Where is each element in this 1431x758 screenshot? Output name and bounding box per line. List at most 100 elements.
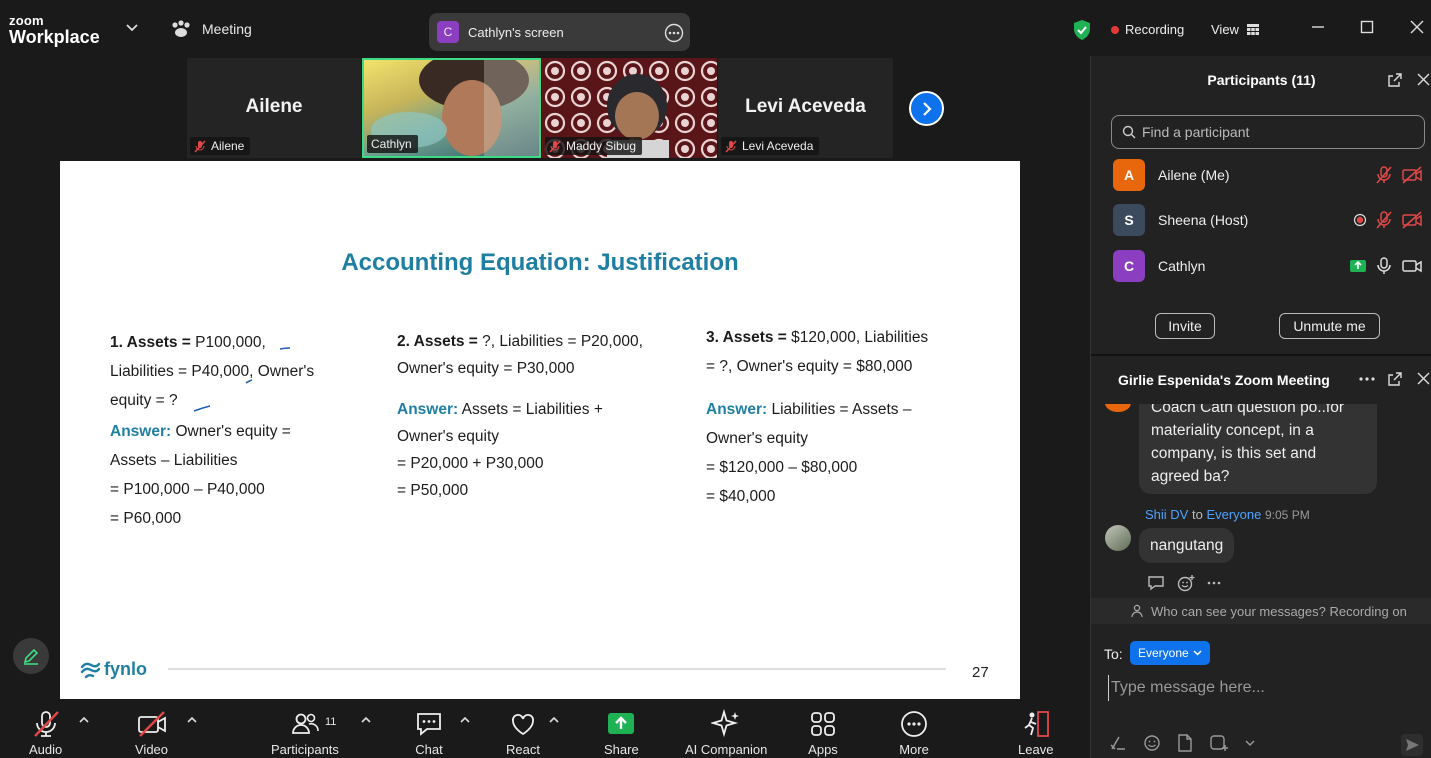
participant-avatar: A [1113, 159, 1145, 191]
participant-avatar: S [1113, 204, 1145, 236]
answer-line-3: = P20,000 + P30,000 [397, 455, 544, 472]
answer-text: Owner's equity = [171, 423, 291, 440]
recording-label: Recording [1125, 22, 1185, 37]
video-tile-ailene[interactable]: Ailene Ailene [187, 58, 361, 158]
close-icon[interactable] [1410, 20, 1424, 34]
participant-search-input[interactable] [1142, 124, 1402, 140]
more-options-icon[interactable] [1359, 376, 1375, 382]
sender-name[interactable]: Shii DV [1145, 507, 1188, 522]
share-button[interactable]: Share [604, 708, 639, 757]
answer-line-3: = P100,000 – P40,000 [110, 481, 265, 498]
chevron-down-icon[interactable] [1245, 739, 1255, 747]
chevron-up-icon[interactable] [549, 716, 559, 723]
video-tile-levi[interactable]: Levi Aceveda Levi Aceveda [718, 58, 893, 158]
screen-share-pill[interactable]: C Cathlyn's screen [429, 13, 690, 51]
fynlo-wave-icon [80, 662, 100, 678]
sender-to-word: to [1191, 507, 1203, 522]
answer-line-1: Answer: Owner's equity = [110, 417, 360, 446]
meeting-tab[interactable]: Meeting [170, 20, 252, 38]
ai-companion-label: AI Companion [685, 742, 768, 757]
question-text: $120,000, Liabilities [786, 329, 929, 346]
message-recipient[interactable]: Everyone [1206, 507, 1261, 522]
reply-icon[interactable] [1147, 575, 1165, 591]
person-lock-icon [1131, 604, 1143, 618]
participant-row[interactable]: C Cathlyn [1113, 250, 1423, 282]
mic-muted-icon [33, 711, 59, 737]
recipient-select[interactable]: Everyone [1130, 641, 1210, 665]
unmute-me-button[interactable]: Unmute me [1279, 313, 1380, 339]
close-panel-icon[interactable] [1417, 372, 1430, 385]
minimize-icon[interactable] [1311, 20, 1325, 34]
view-button[interactable]: View [1211, 22, 1259, 37]
shield-check-icon[interactable] [1072, 19, 1092, 41]
video-tile-maddy[interactable]: Maddy Sibug [542, 58, 717, 158]
audio-button[interactable]: Audio [29, 708, 62, 757]
message-actions [1147, 574, 1221, 592]
invite-button[interactable]: Invite [1155, 313, 1215, 339]
participant-name: Sheena (Host) [1158, 212, 1249, 228]
close-panel-icon[interactable] [1417, 73, 1430, 86]
avatar [1105, 525, 1131, 551]
recording-indicator[interactable]: Recording [1111, 22, 1184, 37]
answer-line-2: Owner's equity [706, 430, 809, 447]
slide-column-3: 3. Assets = $120,000, Liabilities = ?, O… [706, 323, 966, 511]
answer-line-1: Answer: Assets = Liabilities + [397, 396, 677, 423]
leave-button[interactable]: Leave [1018, 708, 1053, 757]
more-button[interactable]: More [899, 708, 929, 757]
more-options-icon[interactable] [1207, 580, 1221, 586]
tile-name-tag: Ailene [190, 137, 251, 155]
chat-message-bubble[interactable]: nangutang [1139, 528, 1235, 563]
share-label: Share [604, 742, 639, 757]
format-text-icon[interactable] [1109, 735, 1127, 751]
video-icon[interactable] [1401, 256, 1423, 276]
chat-message-bubble[interactable]: Coach Cath question po..for materiality … [1139, 404, 1377, 494]
question-text: P100,000, [190, 334, 266, 351]
popout-icon[interactable] [1388, 73, 1402, 87]
participant-row[interactable]: S Sheena (Host) [1113, 204, 1423, 236]
video-button[interactable]: Video [135, 708, 168, 757]
apps-icon [811, 712, 835, 736]
message-line: agreed ba? [1151, 468, 1230, 485]
chat-visibility-notice[interactable]: Who can see your messages? Recording on [1091, 598, 1431, 624]
send-icon[interactable] [1401, 734, 1423, 756]
apps-button[interactable]: Apps [808, 708, 838, 757]
maximize-icon[interactable] [1360, 20, 1374, 34]
react-button[interactable]: React [506, 708, 540, 757]
tile-name-tag: Cathlyn [367, 135, 418, 153]
chevron-down-icon [1193, 650, 1202, 656]
popout-icon[interactable] [1388, 372, 1402, 386]
chevron-up-icon[interactable] [79, 716, 89, 723]
chat-panel-title: Girlie Espenida's Zoom Meeting [1118, 372, 1330, 388]
ai-companion-button[interactable]: AI Companion [685, 708, 767, 757]
annotate-button[interactable] [13, 638, 49, 674]
chevron-up-icon[interactable] [187, 716, 197, 723]
next-page-button[interactable] [909, 91, 944, 126]
chevron-down-icon[interactable] [126, 24, 138, 32]
tile-big-name: Levi Aceveda [745, 96, 866, 117]
mic-muted-icon[interactable] [1375, 165, 1393, 185]
recording-dot-icon [1111, 25, 1119, 34]
participant-row[interactable]: A Ailene (Me) [1113, 159, 1423, 191]
participant-search[interactable] [1111, 115, 1425, 149]
meeting-toolbar: Audio Video Participants 11 Chat React S… [0, 700, 1090, 758]
chevron-up-icon[interactable] [460, 716, 470, 723]
file-icon[interactable] [1177, 734, 1193, 752]
answer-line-4: = P50,000 [397, 482, 469, 499]
video-tile-cathlyn[interactable]: Cathlyn [362, 58, 541, 158]
chat-messages[interactable]: Coach Cath question po..for materiality … [1091, 404, 1431, 598]
mic-icon[interactable] [1375, 256, 1393, 276]
chevron-up-icon[interactable] [361, 716, 371, 723]
question-line-1: 2. Assets = ?, Liabilities = P20,000, [397, 328, 677, 355]
screenshot-icon[interactable] [1209, 734, 1229, 752]
emoji-icon[interactable] [1143, 734, 1161, 752]
video-off-icon[interactable] [1401, 165, 1423, 185]
more-options-icon[interactable] [664, 23, 684, 43]
mic-muted-icon[interactable] [1375, 210, 1393, 230]
question-number: 2. Assets = [397, 333, 478, 350]
video-off-icon[interactable] [1401, 210, 1423, 230]
grid-view-icon [1246, 24, 1259, 35]
chat-message-input[interactable] [1108, 675, 1418, 701]
chat-button[interactable]: Chat [414, 708, 444, 757]
notice-text: Who can see your messages? Recording on [1151, 603, 1407, 619]
add-reaction-icon[interactable] [1177, 574, 1195, 592]
